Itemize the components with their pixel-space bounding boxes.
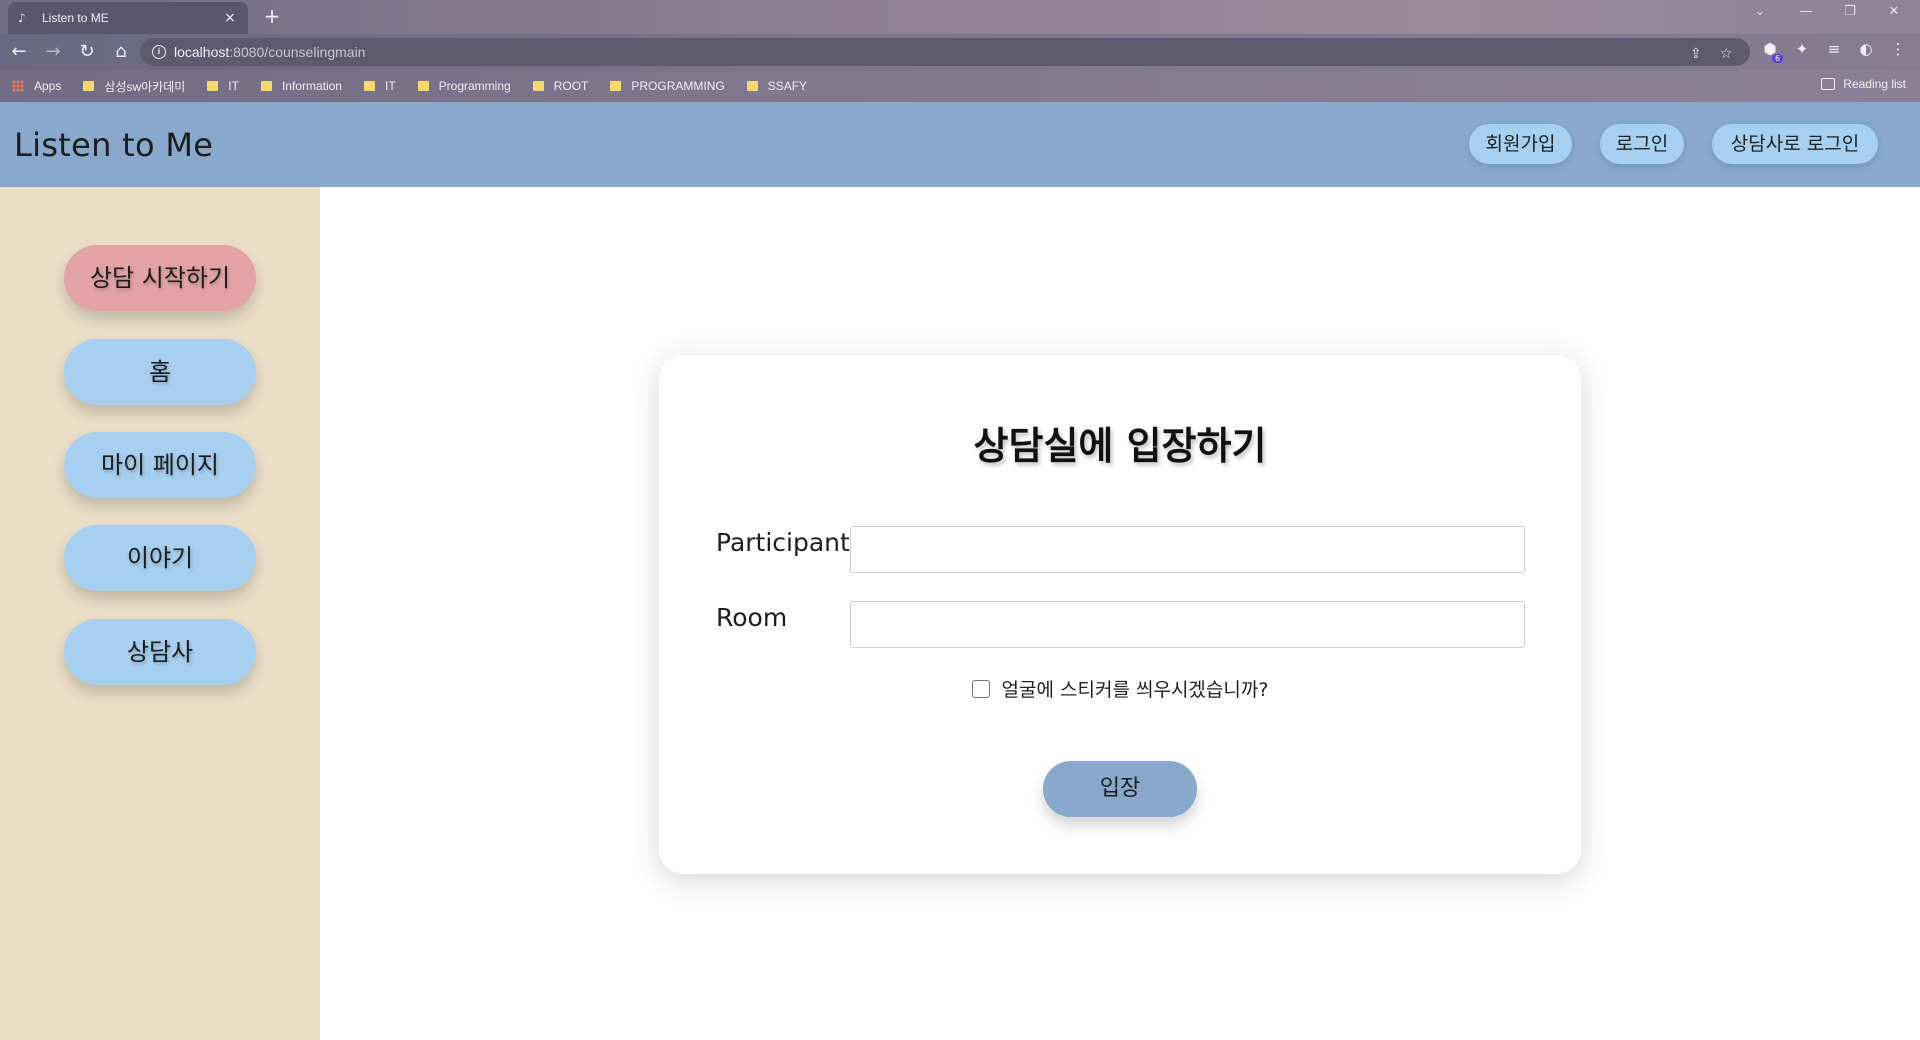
signup-button[interactable]: 회원가입 [1469,124,1572,164]
reading-list-button[interactable]: Reading list [1821,77,1906,91]
bookmark-folder[interactable]: SSAFY [746,79,807,93]
back-icon[interactable]: ← [4,37,34,67]
folder-icon [363,81,375,91]
sidebar-item-my-page[interactable]: 마이 페이지 [64,432,256,498]
folder-icon [610,81,622,91]
bookmark-folder[interactable]: IT [207,79,239,93]
bookmark-folder[interactable]: 삼성sw아카데미 [83,78,185,95]
minimize-icon[interactable]: — [1786,4,1826,19]
bookmark-folder[interactable]: IT [363,79,396,93]
sidebar-item-counselors[interactable]: 상담사 [64,619,256,685]
folder-icon [746,81,758,91]
tab-search-icon[interactable]: ⌄ [1740,4,1780,19]
address-bar[interactable]: i localhost:8080/counselingmain ⇪ ☆ [140,38,1750,66]
url-text: localhost:8080/counselingmain [174,44,366,60]
join-room-card: 상담실에 입장하기 Participant Room 얼굴에 스티커를 씌우시겠… [659,355,1581,874]
login-button[interactable]: 로그인 [1600,124,1684,164]
restore-icon[interactable]: ❐ [1830,4,1870,19]
folder-icon [532,81,544,91]
sidebar-item-start-counseling[interactable]: 상담 시작하기 [64,245,256,311]
sidebar-item-home[interactable]: 홈 [64,339,256,405]
browser-toolbar: ← → ↻ ⌂ i localhost:8080/counselingmain … [0,34,1920,70]
apps-grid-icon [12,80,24,92]
browser-tab[interactable]: ♪ Listen to ME × [8,2,248,34]
tab-title: Listen to ME [42,11,109,25]
media-queue-icon[interactable]: ≡ [1822,40,1846,58]
sidebar-item-stories[interactable]: 이야기 [64,525,256,591]
bookmark-folder[interactable]: Programming [417,79,511,93]
browser-tab-bar: ♪ Listen to ME × + ⌄ — ❐ ✕ [0,0,1920,34]
sticker-option: 얼굴에 스티커를 씌우시겠습니까? [659,675,1581,702]
participant-label: Participant [716,528,850,557]
sidebar: 상담 시작하기 홈 마이 페이지 이야기 상담사 [0,187,320,1040]
profile-avatar[interactable]: ◐ [1854,40,1878,58]
tab-close-icon[interactable]: × [222,10,238,26]
sticker-checkbox[interactable] [971,679,990,698]
room-label: Room [716,603,788,632]
favicon-icon: ♪ [18,11,26,25]
reading-list-icon [1821,78,1836,90]
share-icon[interactable]: ⇪ [1690,46,1702,62]
counselor-login-button[interactable]: 상담사로 로그인 [1712,124,1878,164]
site-header: Listen to Me 회원가입 로그인 상담사로 로그인 [0,102,1920,187]
bookmark-star-icon[interactable]: ☆ [1720,46,1733,62]
participant-input[interactable] [850,526,1525,573]
page: Listen to Me 회원가입 로그인 상담사로 로그인 상담 시작하기 홈… [0,102,1920,1040]
site-info-icon[interactable]: i [152,45,166,59]
new-tab-button[interactable]: + [260,5,284,29]
room-input[interactable] [850,601,1525,648]
folder-icon [83,81,95,91]
extensions-puzzle-icon[interactable]: ✦ [1790,40,1814,58]
extension-badge: 6 [1772,54,1784,63]
home-icon[interactable]: ⌂ [106,37,136,67]
sticker-label[interactable]: 얼굴에 스티커를 씌우시겠습니까? [1002,675,1269,702]
bookmark-folder[interactable]: ROOT [532,79,588,93]
forward-icon[interactable]: → [38,37,68,67]
folder-icon [417,81,429,91]
close-window-icon[interactable]: ✕ [1874,4,1914,19]
card-title: 상담실에 입장하기 [973,424,1267,468]
folder-icon [260,81,272,91]
bookmark-folder[interactable]: Information [260,79,342,93]
menu-icon[interactable]: ⋮ [1886,40,1910,58]
brand-logo[interactable]: Listen to Me [14,126,213,164]
reload-icon[interactable]: ↻ [72,37,102,67]
bookmarks-bar: Apps 삼성sw아카데미 IT Information IT Programm… [0,70,1920,102]
bookmark-folder[interactable]: PROGRAMMING [610,79,725,93]
bookmark-apps[interactable]: Apps [12,79,61,93]
enter-button[interactable]: 입장 [1043,761,1197,817]
folder-icon [207,81,219,91]
